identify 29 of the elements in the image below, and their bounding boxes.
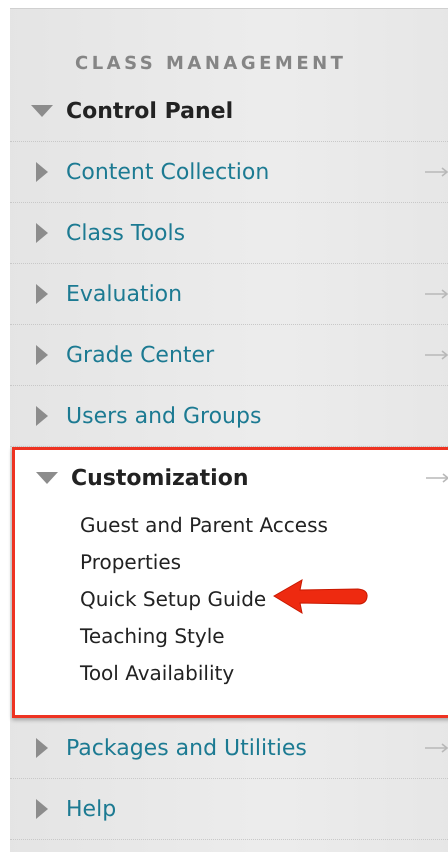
menu-link[interactable]: Packages and Utilities — [66, 736, 307, 760]
arrow-icon[interactable] — [424, 289, 448, 299]
menu-link[interactable]: Users and Groups — [66, 404, 262, 428]
expanded-triangle-icon[interactable] — [36, 472, 58, 484]
menu-link[interactable]: Content Collection — [66, 160, 270, 184]
arrow-icon[interactable] — [424, 167, 448, 177]
menu-link[interactable]: Class Tools — [66, 220, 186, 246]
submenu-link[interactable]: Properties — [80, 550, 182, 574]
submenu-link[interactable]: Guest and Parent Access — [80, 512, 328, 536]
section-title: CLASS MANAGEMENT — [75, 52, 346, 74]
menu-link[interactable]: Evaluation — [66, 282, 182, 306]
submenu-link[interactable]: Tool Availability — [80, 660, 234, 684]
collapsed-triangle-icon[interactable] — [36, 162, 48, 182]
collapsed-triangle-icon[interactable] — [36, 799, 48, 819]
arrow-icon[interactable] — [424, 350, 448, 360]
collapsed-triangle-icon[interactable] — [36, 284, 48, 304]
arrow-icon[interactable] — [425, 473, 448, 483]
collapsed-triangle-icon[interactable] — [36, 345, 48, 365]
expanded-triangle-icon[interactable] — [31, 105, 53, 117]
menu-link[interactable]: Help — [66, 796, 116, 822]
menu-link[interactable]: Grade Center — [66, 342, 214, 368]
collapsed-triangle-icon[interactable] — [36, 738, 48, 758]
collapsed-triangle-icon[interactable] — [36, 223, 48, 243]
collapsed-triangle-icon[interactable] — [36, 406, 48, 426]
section-heading[interactable]: Control Panel — [66, 98, 234, 124]
submenu-link[interactable]: Teaching Style — [80, 624, 225, 648]
arrow-icon[interactable] — [424, 743, 448, 753]
section-heading[interactable]: Customization — [71, 466, 248, 490]
submenu-link[interactable]: Quick Setup Guide — [80, 586, 266, 610]
